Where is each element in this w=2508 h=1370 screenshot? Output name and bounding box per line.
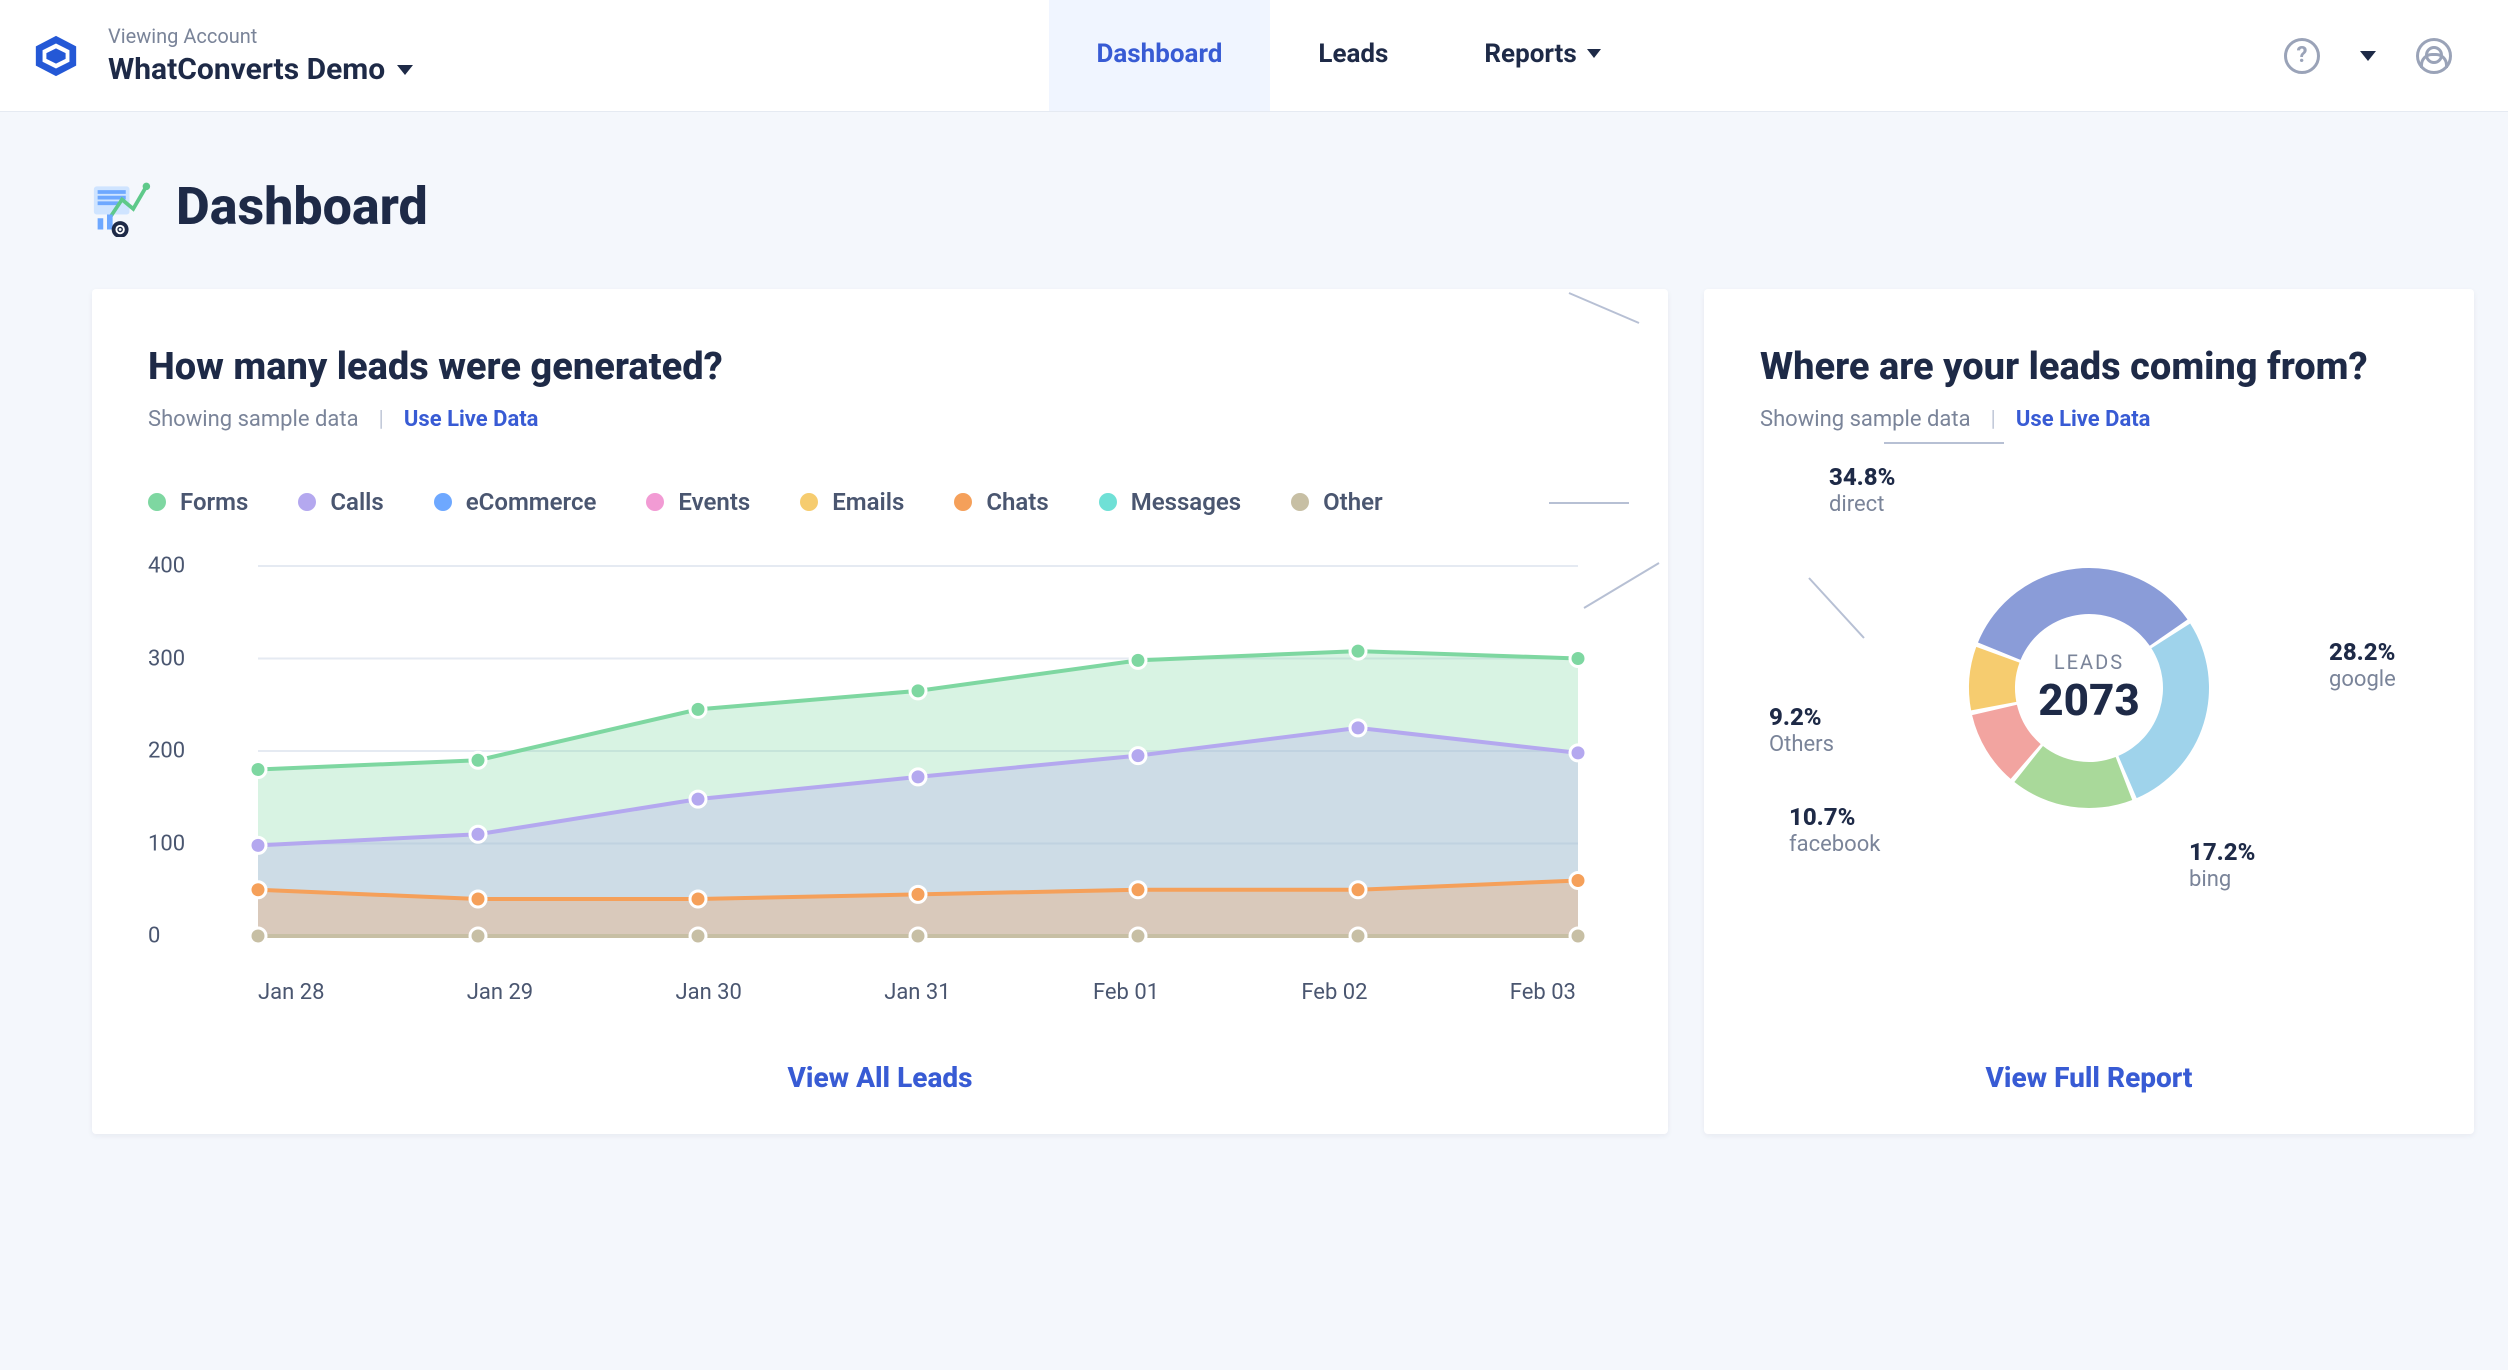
legend-item-other[interactable]: Other xyxy=(1291,488,1383,516)
legend-dot-icon xyxy=(1291,493,1309,511)
sources-card-title: Where are your leads coming from? xyxy=(1760,345,2418,389)
legend-label: Forms xyxy=(180,488,248,516)
sample-data-label: Showing sample data xyxy=(148,407,359,432)
legend-label: Chats xyxy=(986,488,1048,516)
cards-row: How many leads were generated? Showing s… xyxy=(0,277,2508,1174)
x-tick: Jan 30 xyxy=(675,980,741,1005)
tab-label: Reports xyxy=(1484,39,1576,69)
legend-label: eCommerce xyxy=(466,488,597,516)
tab-label: Leads xyxy=(1318,39,1388,69)
legend-label: Other xyxy=(1323,488,1383,516)
account-switcher[interactable]: Viewing Account WhatConverts Demo xyxy=(108,24,413,87)
legend-dot-icon xyxy=(646,493,664,511)
legend-item-chats[interactable]: Chats xyxy=(954,488,1048,516)
donut-center-value: 2073 xyxy=(2038,674,2140,726)
separator: | xyxy=(379,407,384,432)
legend-label: Events xyxy=(678,488,750,516)
tab-reports[interactable]: Reports xyxy=(1436,0,1648,111)
chart-legend: Forms Calls eCommerce Events Emails Chats Mess… xyxy=(148,488,1612,516)
legend-item-forms[interactable]: Forms xyxy=(148,488,248,516)
tab-label: Dashboard xyxy=(1097,39,1223,69)
topnav-right: ? xyxy=(2284,38,2452,74)
lead-sources-card: Where are your leads coming from? Showin… xyxy=(1704,289,2474,1134)
legend-dot-icon xyxy=(298,493,316,511)
chevron-down-icon xyxy=(1587,49,1601,58)
leads-card-subline: Showing sample data | Use Live Data xyxy=(148,407,1612,432)
donut-chart: LEADS 2073 34.8%direct28.2%google17.2%bi… xyxy=(1769,468,2409,908)
donut-center: LEADS 2073 xyxy=(2038,650,2140,726)
x-tick: Jan 29 xyxy=(467,980,533,1005)
y-tick: 400 xyxy=(148,554,185,579)
page-heading: Dashboard xyxy=(0,112,2508,277)
donut-label-google: 28.2%google xyxy=(2329,638,2396,693)
legend-dot-icon xyxy=(434,493,452,511)
x-tick: Feb 03 xyxy=(1510,980,1576,1005)
tab-dashboard[interactable]: Dashboard xyxy=(1049,0,1271,111)
legend-item-events[interactable]: Events xyxy=(646,488,750,516)
use-live-data-link[interactable]: Use Live Data xyxy=(2016,407,2151,432)
dropdown-caret-icon[interactable] xyxy=(2360,51,2376,61)
leads-generated-card: How many leads were generated? Showing s… xyxy=(92,289,1668,1134)
legend-label: Messages xyxy=(1131,488,1241,516)
use-live-data-link[interactable]: Use Live Data xyxy=(404,407,539,432)
line-chart: 0 100 200 300 400 Jan 28 Jan 29 Jan 30 Jan 31 Fe… xyxy=(148,546,1612,1005)
leads-card-title: How many leads were generated? xyxy=(148,345,1612,389)
x-tick: Jan 28 xyxy=(258,980,324,1005)
viewing-account-label: Viewing Account xyxy=(108,24,413,48)
caret-down-icon xyxy=(397,65,413,75)
legend-dot-icon xyxy=(1099,493,1117,511)
sources-card-subline: Showing sample data | Use Live Data xyxy=(1760,407,2418,432)
y-tick: 100 xyxy=(148,831,185,856)
separator: | xyxy=(1991,407,1996,432)
legend-label: Emails xyxy=(832,488,904,516)
help-icon[interactable]: ? xyxy=(2284,38,2320,74)
user-profile-icon[interactable] xyxy=(2416,38,2452,74)
legend-dot-icon xyxy=(148,493,166,511)
dashboard-hero-icon xyxy=(92,177,152,237)
donut-center-label: LEADS xyxy=(2038,650,2140,674)
donut-label-facebook: 10.7%facebook xyxy=(1789,803,1880,858)
legend-item-messages[interactable]: Messages xyxy=(1099,488,1241,516)
legend-dot-icon xyxy=(800,493,818,511)
y-tick: 0 xyxy=(148,924,160,949)
x-tick: Feb 01 xyxy=(1093,980,1159,1005)
account-name: WhatConverts Demo xyxy=(108,52,385,87)
view-full-report-link[interactable]: View Full Report xyxy=(1986,1061,2193,1094)
legend-item-emails[interactable]: Emails xyxy=(800,488,904,516)
legend-label: Calls xyxy=(330,488,383,516)
legend-item-calls[interactable]: Calls xyxy=(298,488,383,516)
donut-label-direct: 34.8%direct xyxy=(1829,463,1895,518)
x-axis: Jan 28 Jan 29 Jan 30 Jan 31 Feb 01 Feb 02 Feb … xyxy=(148,970,1612,1005)
legend-item-ecommerce[interactable]: eCommerce xyxy=(434,488,597,516)
y-tick: 300 xyxy=(148,646,185,671)
main-tabs: Dashboard Leads Reports xyxy=(1049,0,1649,111)
x-tick: Feb 02 xyxy=(1301,980,1367,1005)
sample-data-label: Showing sample data xyxy=(1760,407,1971,432)
donut-label-bing: 17.2%bing xyxy=(2189,838,2255,893)
donut-label-others: 9.2%Others xyxy=(1769,703,1834,758)
y-tick: 200 xyxy=(148,739,185,764)
top-nav: Viewing Account WhatConverts Demo Dashbo… xyxy=(0,0,2508,112)
view-all-leads-link[interactable]: View All Leads xyxy=(788,1061,973,1094)
brand-logo[interactable] xyxy=(32,32,80,80)
legend-dot-icon xyxy=(954,493,972,511)
page-title: Dashboard xyxy=(176,176,428,237)
tab-leads[interactable]: Leads xyxy=(1270,0,1436,111)
x-tick: Jan 31 xyxy=(884,980,950,1005)
